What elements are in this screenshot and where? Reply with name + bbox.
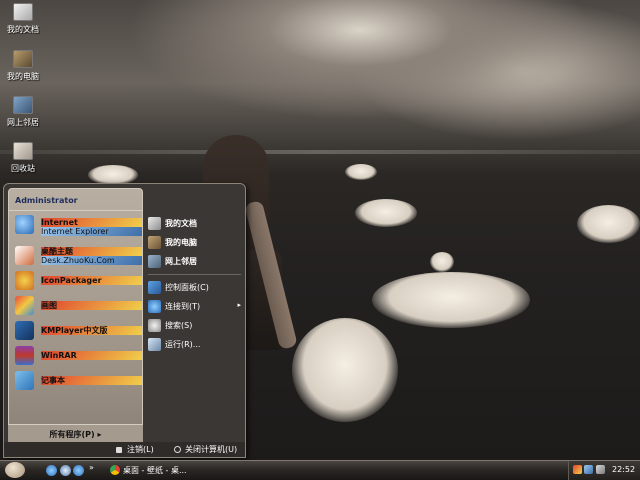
recycle-bin-icon (13, 142, 33, 160)
volume-icon[interactable] (596, 465, 605, 474)
chevron-right-icon: ▸ (237, 301, 241, 309)
logoff-label: 注销(L) (127, 445, 154, 454)
start-item-subtitle: Internet Explorer (41, 227, 142, 236)
start-item-theme[interactable]: 桌酷主题 Desk.ZhuoKu.Com (9, 243, 142, 268)
network-icon[interactable] (584, 465, 593, 474)
start-menu-programs-pane: Administrator Internet Internet Explorer… (8, 188, 143, 443)
iconpackager-icon (15, 271, 34, 290)
wallpaper-cloud (577, 205, 640, 243)
start-item-my-documents[interactable]: 我的文档 (145, 214, 245, 233)
start-item-connect-to[interactable]: 连接到(T) ▸ (145, 297, 245, 316)
start-item-label: 画图 (41, 301, 142, 310)
start-item-label: 网上邻居 (165, 257, 197, 266)
wallpaper-cloud (355, 199, 417, 227)
paint-icon (15, 296, 34, 315)
chevron-right-icon: ▸ (97, 430, 102, 439)
all-programs-label: 所有程序(P) (49, 430, 95, 439)
my-computer-icon (13, 50, 33, 68)
desktop-icon-label: 我的文档 (7, 25, 39, 34)
network-places-icon (13, 96, 33, 114)
start-item-label: 连接到(T) (165, 302, 201, 311)
quicklaunch-overflow-button[interactable]: » (89, 463, 94, 472)
start-item-internet[interactable]: Internet Internet Explorer (9, 212, 142, 243)
start-item-control-panel[interactable]: 控制面板(C) (145, 278, 245, 297)
desktop-icon-recycle-bin[interactable]: 回收站 (0, 142, 46, 174)
start-item-notepad[interactable]: 记事本 (9, 368, 142, 393)
desktop-icon-network-places[interactable]: 网上邻居 (0, 96, 46, 128)
desktop-icon-label: 回收站 (11, 164, 35, 173)
power-icon (174, 446, 181, 453)
start-menu: Administrator Internet Internet Explorer… (3, 183, 246, 458)
winrar-icon (15, 346, 34, 365)
taskbar-window-title: 桌面 - 壁纸 - 桌... (123, 466, 187, 475)
internet-explorer-icon (15, 215, 34, 234)
connect-to-icon (148, 300, 161, 313)
search-icon (148, 319, 161, 332)
wallpaper-cloud (292, 318, 398, 422)
show-desktop-icon[interactable] (60, 465, 71, 476)
shutdown-label: 关闭计算机(U) (185, 445, 238, 454)
logoff-icon (116, 447, 122, 453)
sea-horizon (0, 150, 640, 154)
start-item-run[interactable]: 运行(R)... (145, 335, 245, 354)
control-panel-icon (148, 281, 161, 294)
my-documents-icon (148, 217, 161, 230)
kmplayer-icon (15, 321, 34, 340)
start-item-network-places[interactable]: 网上邻居 (145, 252, 245, 271)
start-item-winrar[interactable]: WinRAR (9, 343, 142, 368)
browser-icon[interactable] (73, 465, 84, 476)
start-item-label: 控制面板(C) (165, 283, 209, 292)
menu-separator (148, 274, 241, 275)
start-button[interactable] (5, 462, 25, 478)
internet-explorer-icon[interactable] (46, 465, 57, 476)
start-item-label: 运行(R)... (165, 340, 201, 349)
my-computer-icon (148, 236, 161, 249)
wallpaper-cloud (372, 272, 530, 328)
desktop-icon-my-computer[interactable]: 我的电脑 (0, 50, 46, 82)
desktop-icon-label: 我的电脑 (7, 72, 39, 81)
network-places-icon (148, 255, 161, 268)
run-icon (148, 338, 161, 351)
chrome-icon (110, 465, 120, 475)
start-item-label: 我的电脑 (165, 238, 197, 247)
start-item-label: 搜索(S) (165, 321, 193, 330)
start-item-title: 桌酷主题 (41, 247, 142, 256)
start-item-label: KMPlayer中文版 (41, 326, 142, 335)
system-tray: 22:52 (568, 461, 640, 480)
start-item-search[interactable]: 搜索(S) (145, 316, 245, 335)
user-name: Administrator (9, 189, 142, 211)
logoff-button[interactable]: 注销(L) (116, 444, 154, 455)
start-item-label: 记事本 (41, 376, 142, 385)
start-menu-places-pane: 我的文档 我的电脑 网上邻居 控制面板(C) 连接到(T) ▸ 搜索(S) 运行… (145, 214, 245, 354)
theme-icon (15, 246, 34, 265)
my-documents-icon (13, 3, 33, 21)
taskbar: » 桌面 - 壁纸 - 桌... 22:52 (0, 460, 640, 480)
desktop-icon-my-documents[interactable]: 我的文档 (0, 3, 46, 35)
start-item-subtitle: Desk.ZhuoKu.Com (41, 256, 142, 265)
wallpaper-cloud (430, 252, 454, 272)
start-item-title: Internet (41, 218, 142, 227)
start-item-kmplayer[interactable]: KMPlayer中文版 (9, 318, 142, 343)
taskbar-window-button[interactable]: 桌面 - 壁纸 - 桌... (106, 463, 190, 478)
clock[interactable]: 22:52 (612, 465, 635, 474)
start-item-label: 我的文档 (165, 219, 197, 228)
start-item-iconpackager[interactable]: IconPackager (9, 268, 142, 293)
wallpaper-cloud (345, 164, 377, 180)
start-item-label: WinRAR (41, 351, 142, 360)
start-item-paint[interactable]: 画图 (9, 293, 142, 318)
notepad-icon (15, 371, 34, 390)
start-item-my-computer[interactable]: 我的电脑 (145, 233, 245, 252)
shutdown-button[interactable]: 关闭计算机(U) (174, 444, 237, 455)
wallpaper-cloud (88, 165, 138, 185)
start-item-label: IconPackager (41, 276, 142, 285)
start-menu-footer: 注销(L) 关闭计算机(U) (4, 442, 245, 457)
desktop-icon-label: 网上邻居 (7, 118, 39, 127)
tray-app-icon[interactable] (573, 465, 582, 474)
all-programs-button[interactable]: 所有程序(P) ▸ (8, 424, 143, 442)
